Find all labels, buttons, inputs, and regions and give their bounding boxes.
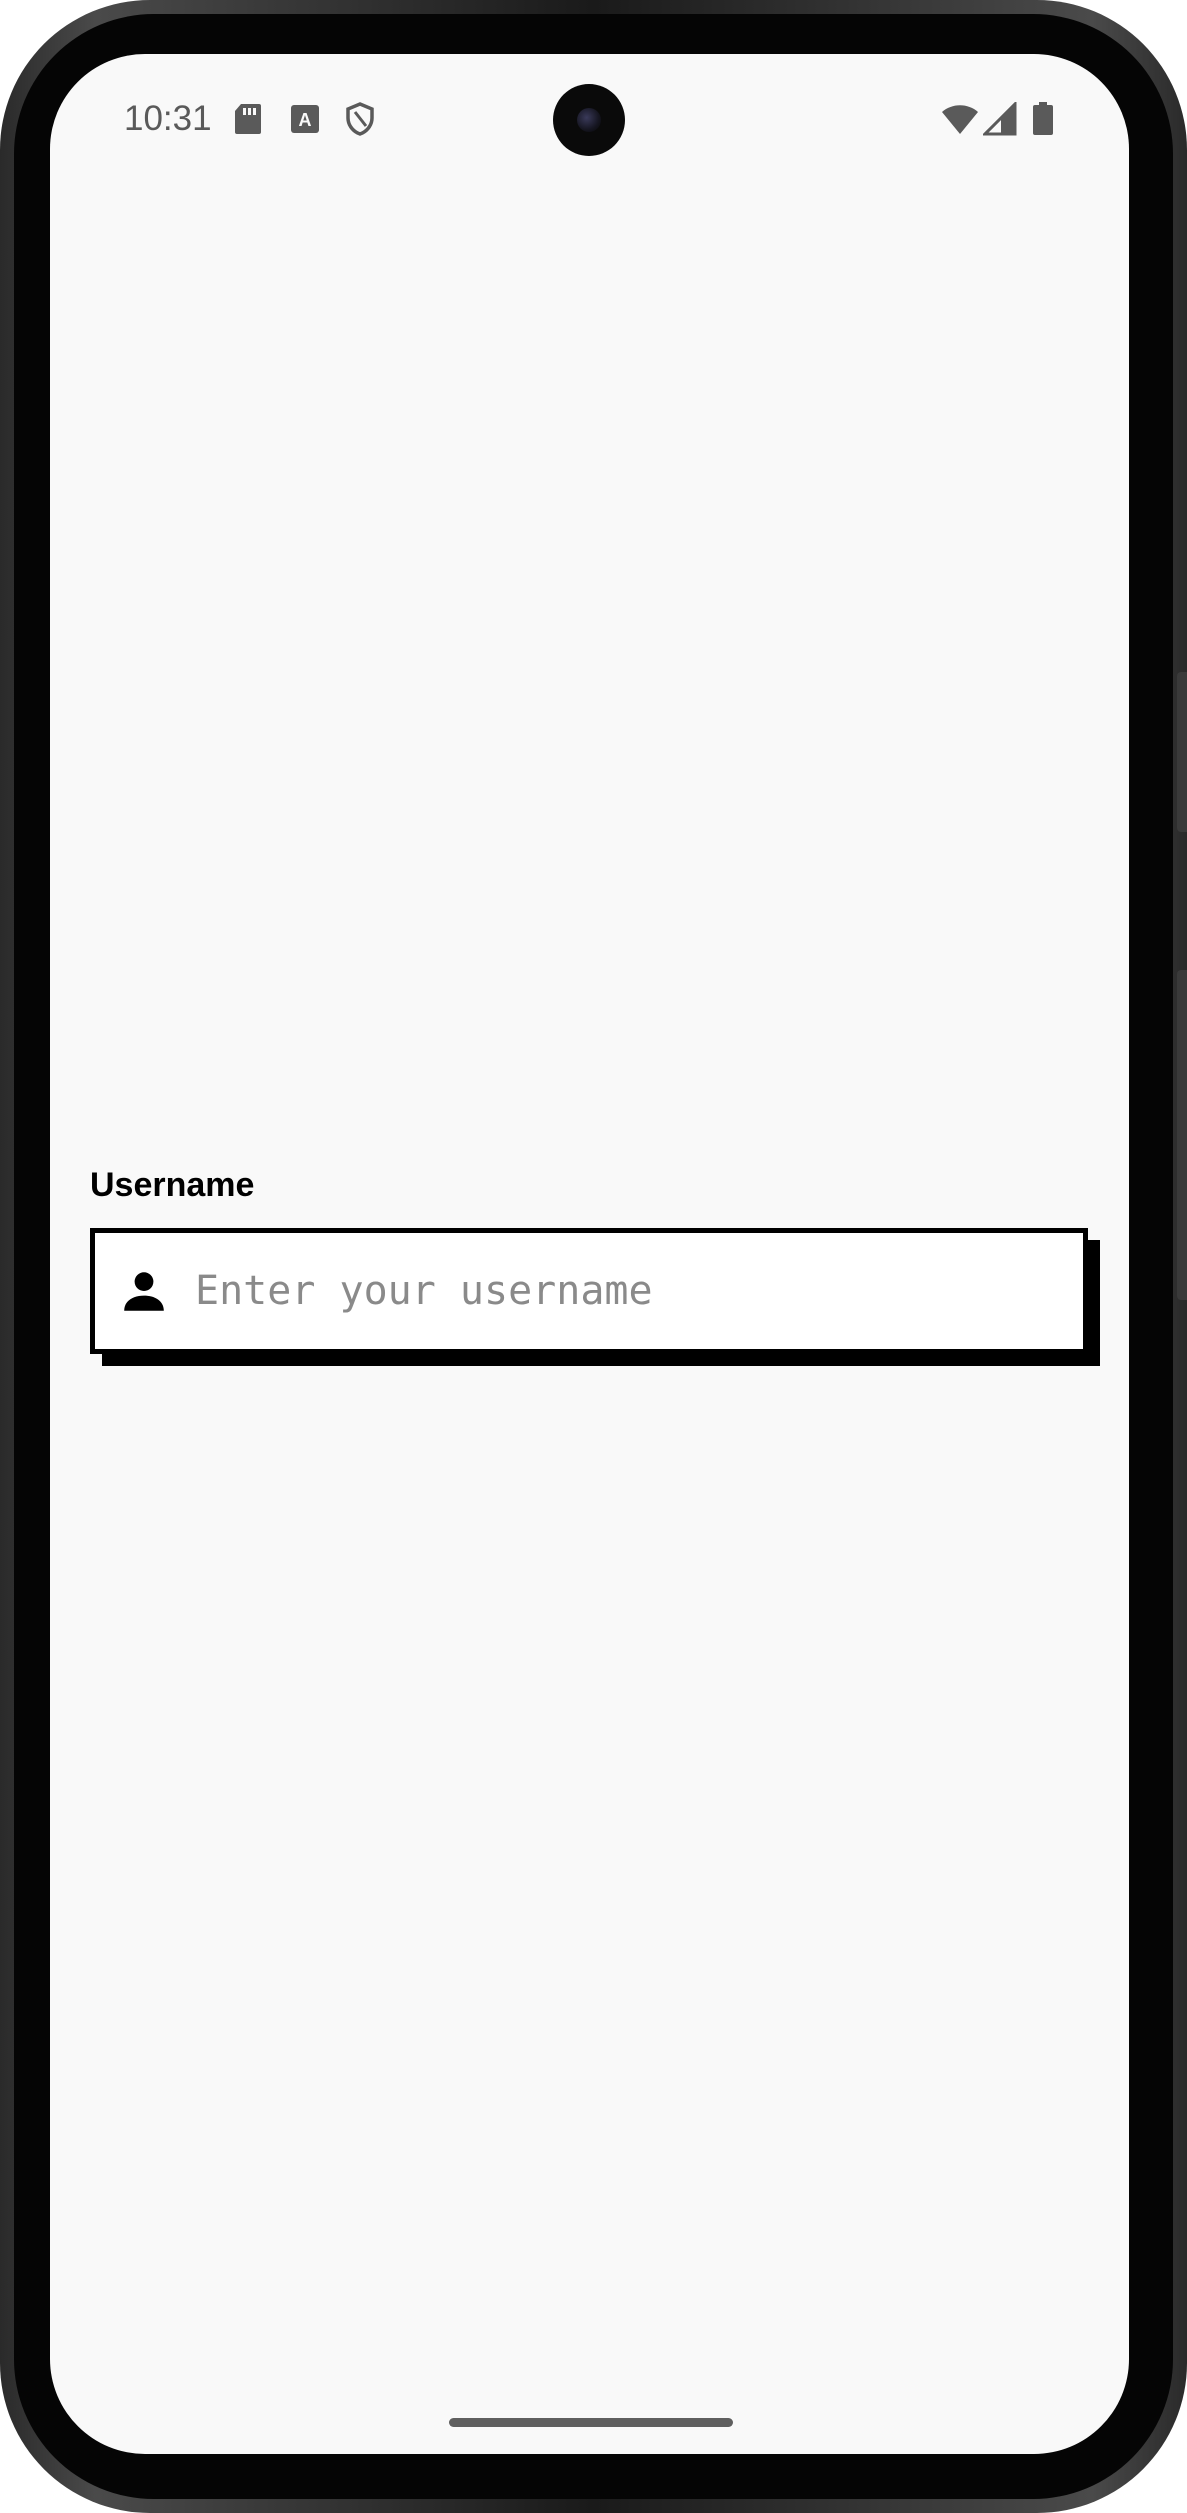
status-time: 10:31: [124, 99, 212, 138]
battery-icon: [1033, 102, 1053, 135]
home-indicator[interactable]: [449, 2418, 733, 2427]
username-input-box[interactable]: [90, 1228, 1088, 1354]
text-a-icon: A: [291, 105, 319, 133]
screen: 10:31 A Username Enter your username: [50, 54, 1129, 2454]
username-label: Username: [90, 1166, 255, 1204]
power-button: [1177, 672, 1187, 832]
shield-icon: [346, 102, 374, 136]
wifi-icon: [942, 105, 978, 134]
status-bar: 10:31 A: [50, 54, 1129, 194]
login-form: Username: [90, 1164, 1100, 1366]
username-input[interactable]: [195, 1251, 1083, 1331]
username-field: [90, 1228, 1100, 1366]
device-frame: 10:31 A Username Enter your username: [0, 0, 1187, 2513]
cellular-signal-icon: [983, 102, 1017, 136]
sd-card-icon: [235, 104, 261, 134]
svg-text:A: A: [299, 110, 312, 130]
front-camera: [553, 84, 625, 156]
person-icon: [124, 1272, 164, 1311]
volume-button: [1177, 970, 1187, 1300]
